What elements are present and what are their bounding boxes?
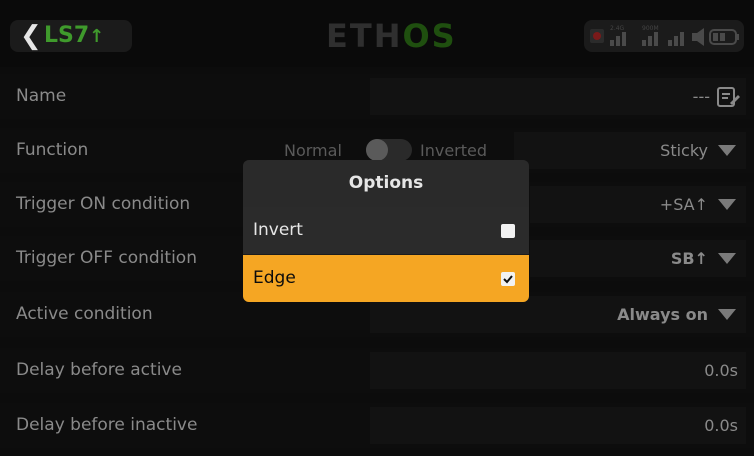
logo-left: ETH <box>326 17 403 55</box>
signal-bars-900-icon: 900M <box>642 25 659 46</box>
checkbox-icon[interactable] <box>501 272 515 286</box>
page-title: LS7↑ <box>44 20 104 52</box>
row-name: Name --- <box>0 74 754 119</box>
row-delay-active: Delay before active 0.0s <box>0 348 754 393</box>
option-edge[interactable]: Edge <box>243 255 529 302</box>
record-icon <box>590 29 604 43</box>
name-value: --- <box>692 87 710 106</box>
caret-down-icon[interactable] <box>718 253 736 264</box>
option-label: Edge <box>253 268 296 288</box>
ethos-logo: ETHOS <box>326 16 457 56</box>
battery-icon <box>709 29 739 45</box>
function-value: Sticky <box>660 141 708 160</box>
row-label: Active condition <box>16 304 153 324</box>
status-bar[interactable]: 2.4G 900M <box>584 20 744 52</box>
option-invert[interactable]: Invert <box>243 207 529 254</box>
trigger-off-value: SB↑ <box>670 249 708 268</box>
chevron-left-icon[interactable]: ❮ <box>20 20 42 52</box>
trigger-on-value: +SA↑ <box>600 182 708 227</box>
row-label: Trigger ON condition <box>16 194 191 214</box>
telemetry-bars-icon <box>668 32 684 46</box>
trigger-on-prefix: + <box>659 195 674 214</box>
page-title-text: LS7 <box>44 23 90 48</box>
edit-note-icon[interactable] <box>716 86 740 108</box>
checkbox-icon[interactable] <box>501 224 515 238</box>
row-delay-inactive: Delay before inactive 0.0s <box>0 403 754 448</box>
toggle-knob <box>366 139 388 161</box>
logic-switch-screen: ❮ LS7↑ ETHOS 2.4G 900M Name --- Function… <box>0 0 754 456</box>
trigger-on-text: SA↑ <box>673 195 708 214</box>
option-label: Invert <box>253 220 303 240</box>
status-icons: 2.4G 900M <box>590 25 739 46</box>
delay-active-value: 0.0s <box>704 361 738 380</box>
row-label: Delay before active <box>16 360 182 380</box>
signal-bars-icon: 2.4G <box>610 25 626 46</box>
caret-down-icon[interactable] <box>718 199 736 210</box>
row-label: Function <box>16 140 89 160</box>
dialog-title: Options <box>243 160 529 207</box>
speaker-icon <box>692 28 704 46</box>
header-bar: ❮ LS7↑ ETHOS 2.4G 900M <box>0 0 754 67</box>
row-label: Delay before inactive <box>16 415 198 435</box>
caret-down-icon[interactable] <box>718 145 736 156</box>
options-dialog: Options Invert Edge <box>243 160 529 302</box>
active-condition-value: Always on <box>617 305 708 324</box>
title-arrow-icon: ↑ <box>89 26 105 47</box>
rf-24-label: 2.4G <box>610 25 625 32</box>
row-label: Trigger OFF condition <box>16 248 197 268</box>
function-toggle[interactable] <box>366 139 412 161</box>
rf-900-label: 900M <box>642 25 659 32</box>
logo-highlight: OS <box>402 17 457 55</box>
row-label: Name <box>16 86 67 106</box>
checkmark-icon <box>503 275 513 284</box>
caret-down-icon[interactable] <box>718 309 736 320</box>
delay-inactive-value: 0.0s <box>704 416 738 435</box>
